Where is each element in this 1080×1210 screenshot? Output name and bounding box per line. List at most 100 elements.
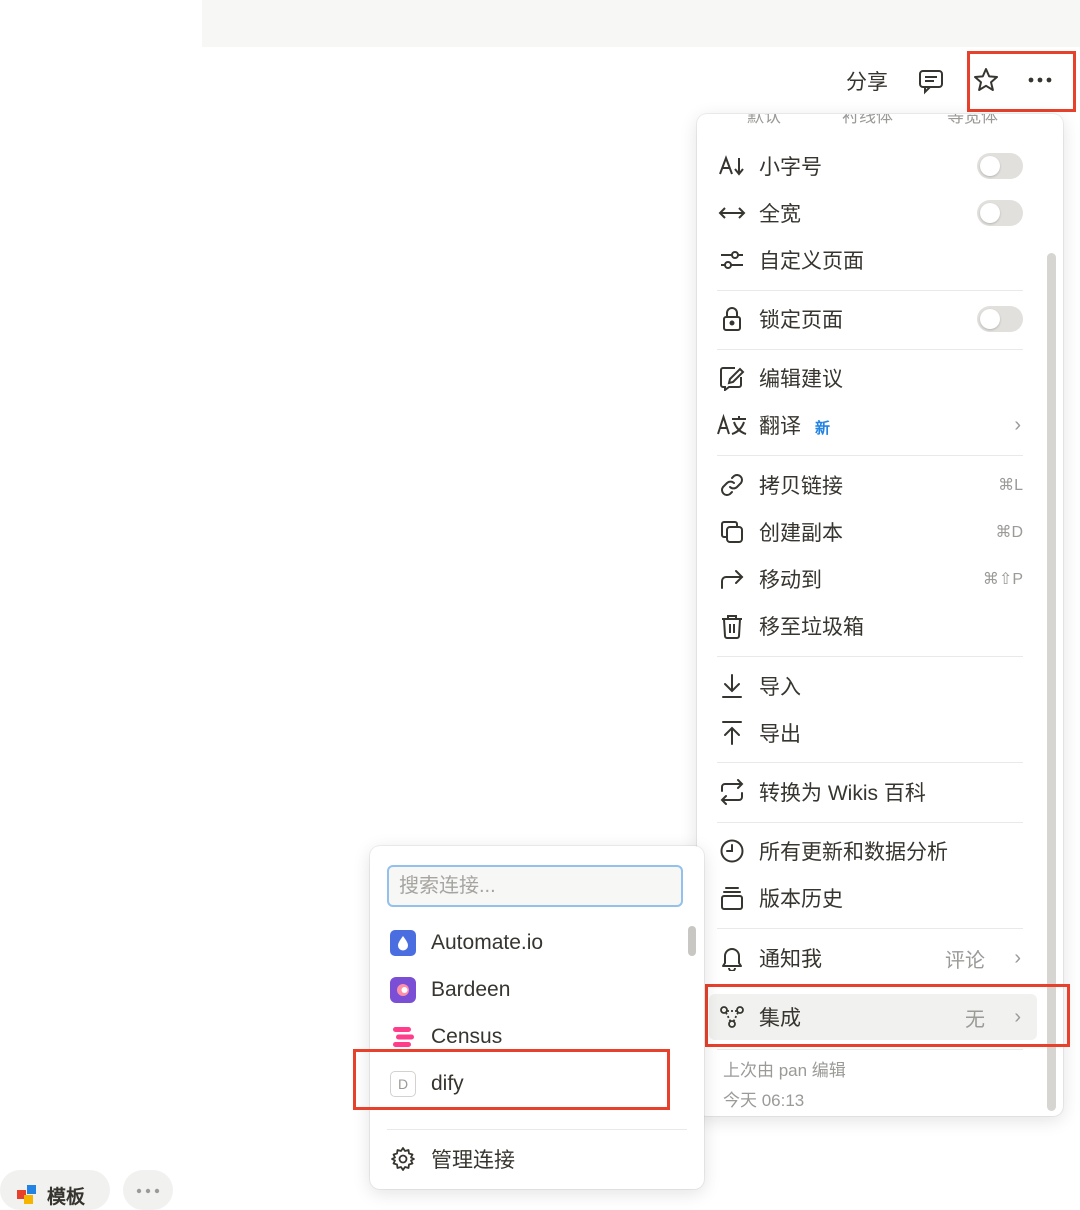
menu-item-integrations[interactable]: 集成 无 › (697, 994, 1037, 1040)
shortcut-hint: ⌘⇧P (982, 571, 1023, 588)
menu-item-label: 所有更新和数据分析 (759, 841, 948, 864)
shortcut-hint: ⌘D (995, 524, 1023, 541)
menu-divider (717, 349, 1023, 350)
menu-item-label: 通知我 (759, 948, 822, 971)
bell-icon (717, 943, 747, 973)
menu-item-duplicate[interactable]: 创建副本 ⌘D (697, 509, 1037, 555)
connection-item-census[interactable]: Census (370, 1014, 690, 1060)
menu-item-label: 自定义页面 (759, 250, 864, 273)
export-icon (717, 718, 747, 748)
chevron-right-icon: › (1014, 946, 1021, 969)
automateio-logo-icon (390, 930, 416, 956)
convert-icon (717, 777, 747, 807)
notify-value: 评论 (945, 949, 985, 972)
menu-item-translate[interactable]: 翻译新 › (697, 402, 1037, 448)
connection-label: Census (431, 1025, 503, 1048)
menu-item-label: 集成 (759, 1007, 801, 1030)
more-horizontal-icon[interactable] (1025, 65, 1055, 95)
translate-label: 翻译 (759, 415, 801, 438)
menu-item-notify-me[interactable]: 通知我 评论 › (697, 935, 1037, 981)
menu-divider (717, 762, 1023, 763)
version-history-icon (717, 883, 747, 913)
chevron-right-icon: › (1014, 413, 1021, 436)
templates-icon (16, 1182, 38, 1209)
comment-icon[interactable] (916, 66, 946, 96)
search-connections-input[interactable] (387, 865, 683, 907)
menu-item-small-text[interactable]: 小字号 (697, 143, 1037, 189)
connection-label: Automate.io (431, 931, 544, 954)
clock-icon (717, 836, 747, 866)
last-edited-time: 今天 06:13 (723, 1091, 805, 1110)
translate-icon (717, 410, 747, 440)
menu-item-label: 移动到 (759, 569, 822, 592)
menu-item-copy-link[interactable]: 拷贝链接 ⌘L (697, 462, 1037, 508)
menu-item-full-width[interactable]: 全宽 (697, 190, 1037, 236)
connection-item-automateio[interactable]: Automate.io (370, 920, 690, 966)
menu-divider (717, 822, 1023, 823)
templates-button[interactable]: 模板 (0, 1170, 110, 1210)
menu-scrollbar[interactable] (1047, 253, 1056, 1111)
connection-label: Bardeen (431, 978, 511, 1001)
menu-divider (717, 1049, 1023, 1050)
menu-item-label: 创建副本 (759, 522, 843, 545)
menu-item-label: 锁定页面 (759, 309, 843, 332)
lock-page-toggle[interactable] (977, 306, 1023, 332)
menu-item-label: 移至垃圾箱 (759, 616, 864, 639)
menu-item-label: 拷贝链接 (759, 475, 843, 498)
menu-item-suggest-edits[interactable]: 编辑建议 (697, 355, 1037, 401)
chevron-right-icon: › (1014, 1005, 1021, 1028)
font-option-mono[interactable]: 等宽体 (947, 114, 998, 127)
menu-item-import[interactable]: 导入 (697, 663, 1037, 709)
menu-item-version-history[interactable]: 版本历史 (697, 875, 1037, 921)
suggest-edit-icon (717, 363, 747, 393)
import-icon (717, 671, 747, 701)
lock-icon (717, 304, 747, 334)
font-size-icon (717, 151, 747, 181)
move-arrow-icon (717, 564, 747, 594)
page-options-menu: 默认 衬线体 等宽体 小字号 全宽 自定义页面 锁定页面 编辑建议 翻译 新 ›… (697, 114, 1063, 1116)
menu-item-label: 版本历史 (759, 888, 843, 911)
templates-label: 模板 (47, 1187, 86, 1208)
sliders-icon (717, 245, 747, 275)
submenu-divider (387, 1129, 687, 1130)
dify-placeholder-icon: D (390, 1071, 416, 1097)
bardeen-logo-icon (390, 977, 416, 1003)
more-options-button[interactable] (123, 1170, 173, 1210)
connection-item-dify[interactable]: D dify (370, 1061, 690, 1107)
font-option-default[interactable]: 默认 (747, 114, 781, 127)
menu-item-move-to-trash[interactable]: 移至垃圾箱 (697, 603, 1037, 649)
font-option-serif[interactable]: 衬线体 (842, 114, 893, 127)
shortcut-hint: ⌘L (998, 477, 1023, 494)
dify-letter: D (390, 1071, 416, 1097)
integration-icon (717, 1002, 747, 1032)
menu-divider (717, 290, 1023, 291)
last-edited-text: 上次由 pan 编辑 (723, 1061, 846, 1080)
menu-item-export[interactable]: 导出 (697, 710, 1037, 756)
menu-item-convert-to-wiki[interactable]: 转换为 Wikis 百科 (697, 769, 1037, 815)
connection-label: dify (431, 1072, 464, 1095)
link-icon (717, 470, 747, 500)
trash-icon (717, 611, 747, 641)
connections-submenu: Automate.io Bardeen Census D dify (370, 846, 704, 1189)
menu-item-label: 翻译新 (759, 410, 830, 440)
menu-divider (717, 455, 1023, 456)
menu-item-lock-page[interactable]: 锁定页面 (697, 296, 1037, 342)
menu-item-move-to[interactable]: 移动到 ⌘⇧P (697, 556, 1037, 602)
star-icon[interactable] (971, 65, 1001, 95)
menu-item-label: 转换为 Wikis 百科 (759, 782, 926, 805)
share-button[interactable]: 分享 (846, 66, 888, 96)
full-width-toggle[interactable] (977, 200, 1023, 226)
small-text-toggle[interactable] (977, 153, 1023, 179)
connection-item-bardeen[interactable]: Bardeen (370, 967, 690, 1013)
duplicate-icon (717, 517, 747, 547)
menu-divider (717, 928, 1023, 929)
integration-value: 无 (965, 1008, 985, 1031)
menu-divider (717, 656, 1023, 657)
menu-item-label: 导出 (759, 723, 801, 746)
arrows-horizontal-icon (717, 198, 747, 228)
menu-item-label: 全宽 (759, 203, 801, 226)
menu-item-updates-analytics[interactable]: 所有更新和数据分析 (697, 828, 1037, 874)
menu-item-customize-page[interactable]: 自定义页面 (697, 237, 1037, 283)
menu-item-label: 导入 (759, 676, 801, 699)
manage-connections-button[interactable]: 管理连接 (370, 1136, 690, 1182)
